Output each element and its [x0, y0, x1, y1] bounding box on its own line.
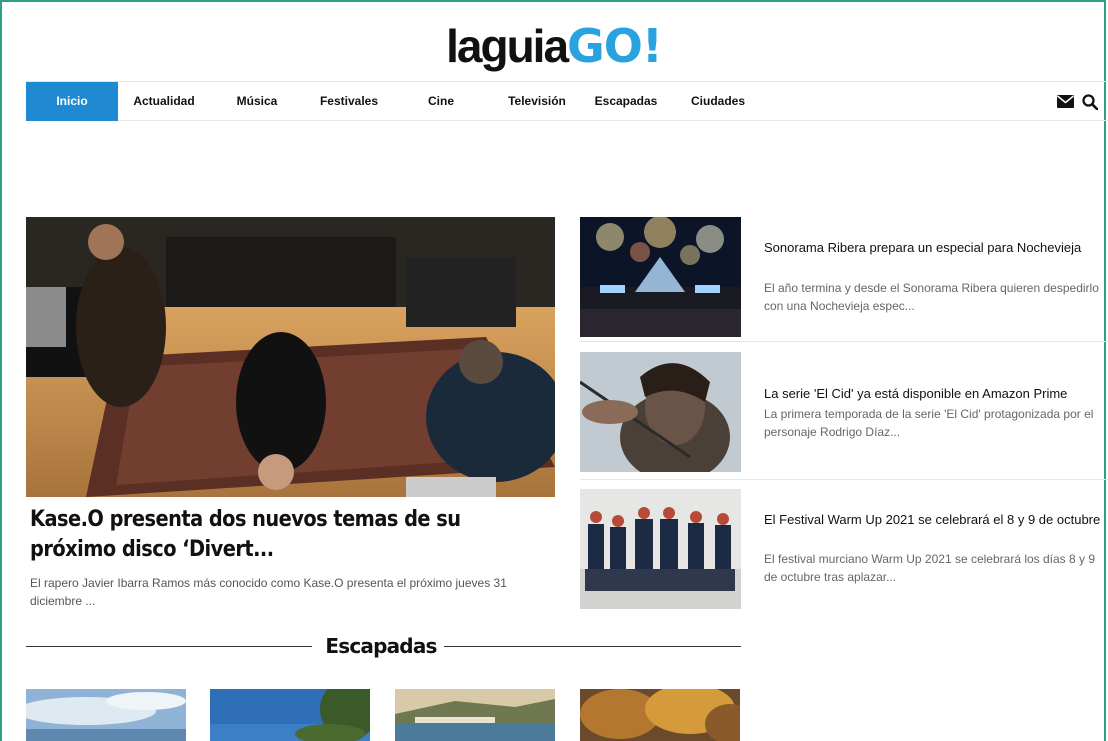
- side-article-image[interactable]: [580, 217, 741, 337]
- main-nav: Inicio Actualidad Música Festivales Cine…: [26, 81, 1108, 121]
- side-article-image[interactable]: [580, 352, 741, 472]
- mail-icon[interactable]: [1057, 95, 1074, 108]
- escapadas-thumb[interactable]: [395, 689, 555, 741]
- escapadas-thumb[interactable]: [26, 689, 186, 741]
- side-article-title[interactable]: El Festival Warm Up 2021 se celebrará el…: [764, 510, 1104, 529]
- hero-title[interactable]: Kase.O presenta dos nuevos temas de su p…: [30, 505, 549, 565]
- nav-item-escapadas[interactable]: Escapadas: [590, 82, 662, 121]
- search-icon[interactable]: [1082, 93, 1098, 110]
- nav-icons: [1057, 82, 1098, 121]
- side-article-excerpt: El año termina y desde el Sonorama Riber…: [764, 281, 1099, 313]
- logo-accent-text: GO!: [567, 19, 663, 73]
- section-rule-right: [444, 646, 741, 647]
- side-article-excerpt: El festival murciano Warm Up 2021 se cel…: [764, 552, 1096, 584]
- logo-text: laguia: [446, 20, 569, 72]
- nav-item-television[interactable]: Televisión: [500, 82, 574, 121]
- article-divider: [580, 341, 1108, 342]
- site-logo[interactable]: laguiaGO!: [0, 18, 1108, 74]
- nav-item-musica[interactable]: Música: [226, 82, 288, 121]
- side-article-image[interactable]: [580, 489, 741, 609]
- hero-excerpt: El rapero Javier Ibarra Ramos más conoci…: [30, 576, 507, 608]
- nav-item-actualidad[interactable]: Actualidad: [126, 82, 202, 121]
- nav-item-inicio[interactable]: Inicio: [26, 82, 118, 121]
- nav-item-ciudades[interactable]: Ciudades: [686, 82, 750, 121]
- section-rule-left: [26, 646, 312, 647]
- side-article-excerpt: La primera temporada de la serie 'El Cid…: [764, 407, 1094, 439]
- hero-image[interactable]: [26, 217, 555, 497]
- nav-item-festivales[interactable]: Festivales: [314, 82, 384, 121]
- side-article-title[interactable]: Sonorama Ribera prepara un especial para…: [764, 238, 1104, 257]
- escapadas-thumb[interactable]: [580, 689, 740, 741]
- escapadas-thumb[interactable]: [210, 689, 370, 741]
- side-article-title[interactable]: La serie 'El Cid' ya está disponible en …: [764, 384, 1104, 403]
- nav-item-cine[interactable]: Cine: [418, 82, 464, 121]
- section-title: Escapadas: [325, 634, 437, 658]
- article-divider: [580, 479, 1108, 480]
